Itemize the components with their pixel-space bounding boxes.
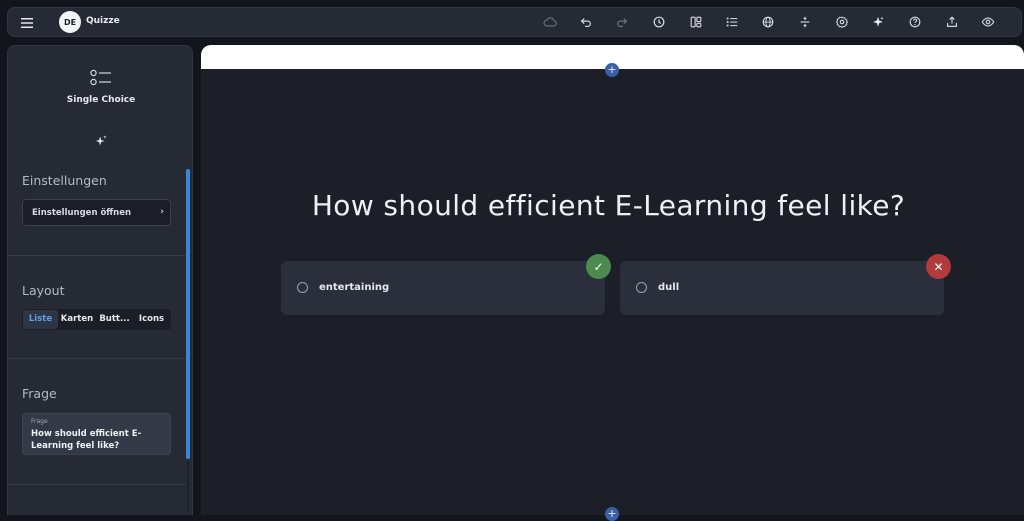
correct-check-icon[interactable]: ✓	[586, 254, 611, 279]
layout-option-icons[interactable]: Icons	[133, 310, 170, 329]
language-logo[interactable]: DE	[59, 11, 81, 33]
sparkle-icon[interactable]	[870, 14, 886, 30]
question-textarea[interactable]: Frage How should efficient E-Learning fe…	[22, 413, 171, 455]
app-name: Quizze	[86, 16, 120, 26]
preview-icon[interactable]	[980, 14, 996, 30]
layout-icon[interactable]	[688, 14, 704, 30]
question-title[interactable]: How should efficient E-Learning feel lik…	[201, 189, 1016, 222]
question-type-label: Single Choice	[66, 95, 136, 105]
layout-segmented-control: Liste Karten Butt... Icons	[22, 309, 171, 330]
open-settings-label: Einstellungen öffnen	[32, 208, 132, 218]
sidebar: Single Choice Einstellungen Einstellunge…	[7, 45, 193, 515]
radio-button[interactable]	[297, 282, 308, 293]
question-field-label: Frage	[31, 418, 48, 425]
split-icon[interactable]	[797, 14, 813, 30]
undo-icon[interactable]	[578, 14, 594, 30]
settings-heading: Einstellungen	[22, 173, 107, 188]
globe-icon[interactable]	[760, 14, 776, 30]
scrollbar[interactable]	[186, 91, 192, 514]
open-settings-button[interactable]: Einstellungen öffnen ›	[22, 199, 171, 226]
history-icon[interactable]	[651, 14, 667, 30]
radio-button[interactable]	[636, 282, 647, 293]
layout-heading: Layout	[22, 283, 65, 298]
question-field-value[interactable]: How should efficient E-Learning feel lik…	[31, 428, 161, 452]
question-heading: Frage	[22, 386, 57, 401]
help-icon[interactable]	[907, 14, 923, 30]
share-icon[interactable]	[944, 14, 960, 30]
answer-option[interactable]: dull	[620, 261, 944, 315]
incorrect-x-icon[interactable]: ✕	[926, 254, 951, 279]
list-icon[interactable]	[724, 14, 740, 30]
divider	[8, 484, 186, 485]
settings-icon[interactable]	[834, 14, 850, 30]
add-block-above-button[interactable]: +	[605, 63, 619, 77]
layout-option-list[interactable]: Liste	[23, 310, 58, 329]
redo-icon[interactable]	[614, 14, 630, 30]
top-bar: DE Quizze	[7, 7, 1022, 37]
cloud-icon[interactable]	[542, 14, 558, 30]
layout-option-cards[interactable]: Karten	[58, 310, 96, 329]
answer-option[interactable]: entertaining	[281, 261, 605, 315]
menu-icon[interactable]	[20, 15, 34, 29]
scrollbar-thumb[interactable]	[186, 169, 190, 459]
layout-option-buttons[interactable]: Butt...	[96, 310, 133, 329]
divider	[8, 358, 186, 359]
answer-text[interactable]: dull	[658, 282, 679, 293]
answer-text[interactable]: entertaining	[319, 282, 389, 293]
ai-sparkle-icon[interactable]	[94, 133, 108, 152]
divider	[8, 255, 186, 256]
add-block-below-button[interactable]: +	[605, 507, 619, 521]
chevron-right-icon: ›	[160, 207, 164, 217]
single-choice-icon	[90, 69, 112, 91]
